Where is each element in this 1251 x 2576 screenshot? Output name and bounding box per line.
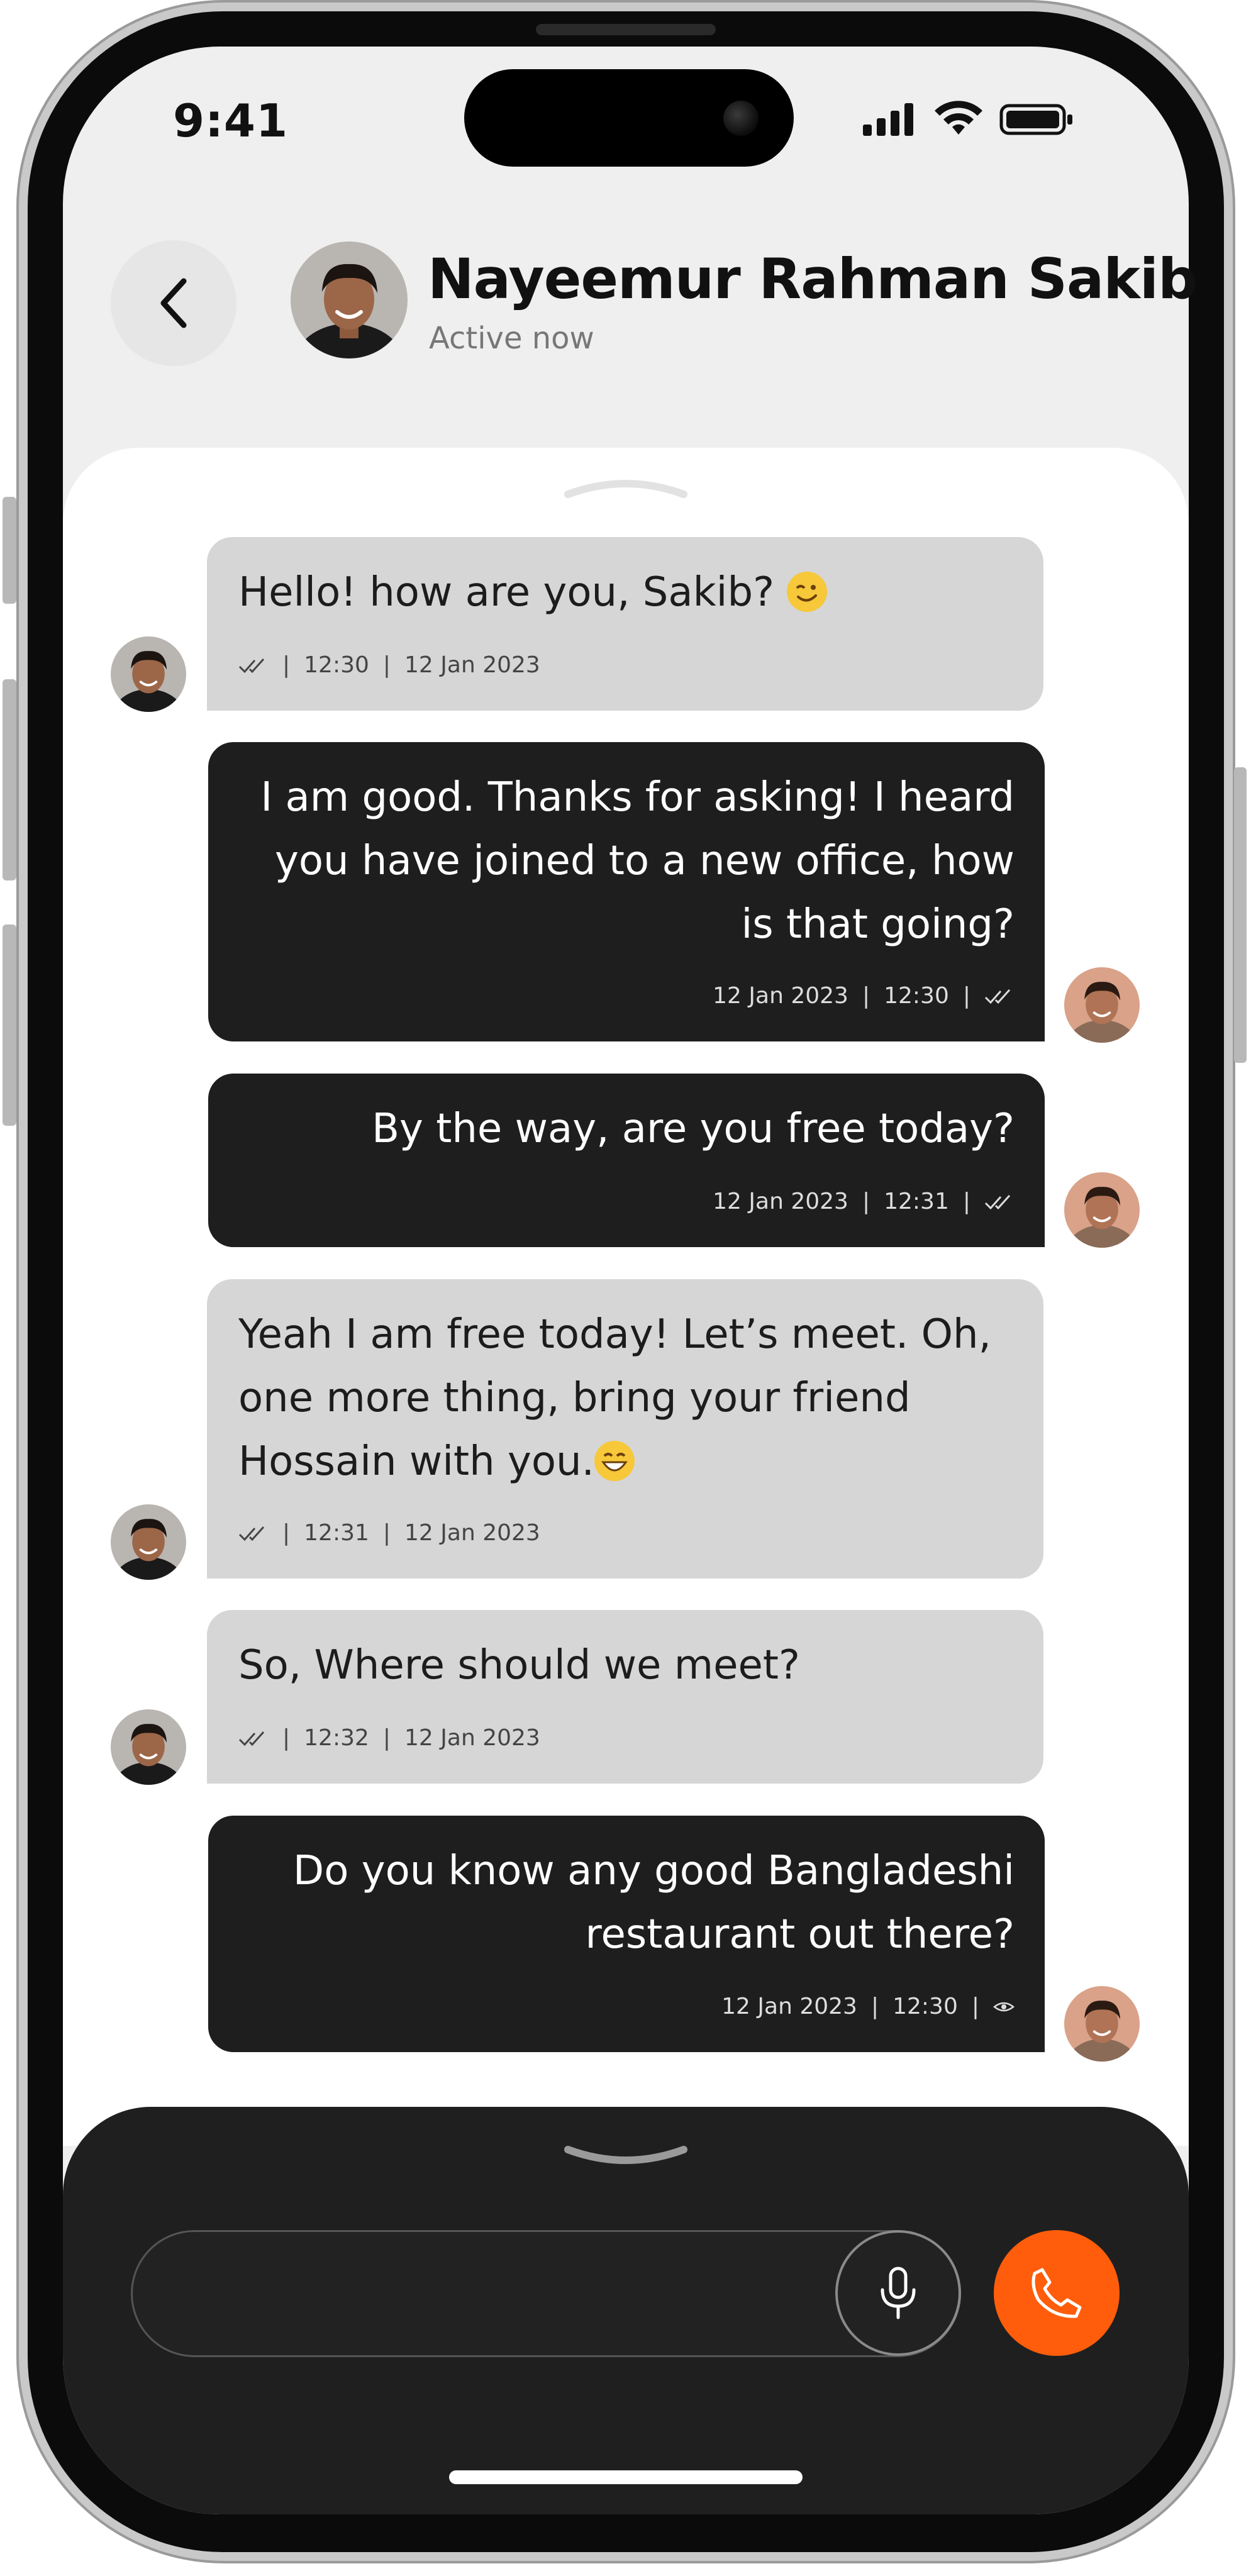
signal-icon <box>863 103 913 136</box>
action-button <box>3 497 16 604</box>
wifi-icon <box>935 101 982 135</box>
my-avatar <box>1064 1172 1140 1248</box>
power-button <box>1234 767 1247 1063</box>
contact-status: Active now <box>429 321 594 356</box>
message-time: 12:30 <box>304 652 369 678</box>
call-button[interactable] <box>994 2230 1120 2356</box>
double-check-icon <box>238 658 265 673</box>
contact-avatar[interactable] <box>291 242 408 358</box>
message-text: Do you know any good Bangladeshi restaur… <box>292 1848 1015 1958</box>
message-time: 12:30 <box>884 983 949 1009</box>
volume-down-button <box>3 924 16 1126</box>
double-check-icon <box>238 1731 265 1746</box>
message-date: 12 Jan 2023 <box>404 652 540 678</box>
message-date: 12 Jan 2023 <box>404 1725 540 1751</box>
message-text-content: Hello! how are you, Sakib? <box>238 569 775 616</box>
message-meta: | 12:32 | 12 Jan 2023 <box>238 1725 540 1751</box>
my-avatar <box>1064 967 1140 1043</box>
microphone-button[interactable] <box>835 2230 961 2356</box>
eye-seen-icon <box>993 2002 1015 2011</box>
message-time: 12:31 <box>884 1189 949 1214</box>
message-bubble-outgoing[interactable]: Do you know any good Bangladeshi restaur… <box>208 1816 1045 2052</box>
winking-face-emoji-icon <box>787 572 828 612</box>
message-meta: 12 Jan 2023 | 12:30 | <box>713 983 1015 1009</box>
message-meta: 12 Jan 2023 | 12:31 | <box>713 1189 1015 1214</box>
message-meta: 12 Jan 2023 | 12:30 | <box>721 1994 1015 2019</box>
phone-icon <box>1031 2268 1082 2318</box>
message-text: I am good. Thanks for asking! I heard yo… <box>260 774 1015 948</box>
message-bubble-incoming[interactable]: So, Where should we meet? | 12:32 | 12 Jan… <box>207 1610 1043 1784</box>
grinning-face-emoji-icon <box>594 1441 635 1481</box>
contact-name: Nayeemur Rahman Sakib <box>428 247 1198 311</box>
message-date: 12 Jan 2023 <box>721 1994 857 2019</box>
chevron-left-icon <box>160 278 187 328</box>
message-time: 12:32 <box>304 1725 369 1751</box>
message-date: 12 Jan 2023 <box>713 983 848 1009</box>
front-camera <box>723 101 759 136</box>
my-avatar <box>1064 1986 1140 2062</box>
sender-avatar <box>111 1504 186 1580</box>
status-time: 9:41 <box>173 94 289 147</box>
double-check-icon <box>984 1194 1011 1209</box>
message-date: 12 Jan 2023 <box>713 1189 848 1214</box>
double-check-icon <box>238 1526 265 1541</box>
message-meta: | 12:30 | 12 Jan 2023 <box>238 652 540 678</box>
microphone-icon <box>881 2267 916 2319</box>
volume-up-button <box>3 679 16 880</box>
sender-avatar <box>111 1709 186 1785</box>
message-meta: | 12:31 | 12 Jan 2023 <box>238 1520 540 1546</box>
message-bubble-incoming[interactable]: Hello! how are you, Sakib? | 12:30 | 12 Ja… <box>207 537 1043 711</box>
chevron-down-icon[interactable] <box>563 2145 689 2167</box>
message-time: 12:31 <box>304 1520 369 1546</box>
message-text: By the way, are you free today? <box>372 1106 1015 1152</box>
double-check-icon <box>984 989 1011 1004</box>
status-icons <box>863 101 1077 138</box>
message-text: Hello! how are you, Sakib? <box>238 561 1013 625</box>
chevron-up-icon[interactable] <box>563 477 689 499</box>
message-bubble-outgoing[interactable]: I am good. Thanks for asking! I heard yo… <box>208 742 1045 1041</box>
home-indicator[interactable] <box>449 2470 803 2484</box>
battery-icon <box>999 104 1072 135</box>
message-text: Yeah I am free today! Let’s meet. Oh, on… <box>238 1303 1013 1494</box>
message-bubble-outgoing[interactable]: By the way, are you free today? 12 Jan 2… <box>208 1074 1045 1247</box>
back-button[interactable] <box>111 240 236 366</box>
message-time: 12:30 <box>892 1994 958 2019</box>
message-date: 12 Jan 2023 <box>404 1520 540 1546</box>
speaker-slot <box>536 24 716 35</box>
message-bubble-incoming[interactable]: Yeah I am free today! Let’s meet. Oh, on… <box>207 1279 1043 1579</box>
message-text: So, Where should we meet? <box>238 1642 800 1689</box>
sender-avatar <box>111 636 186 712</box>
